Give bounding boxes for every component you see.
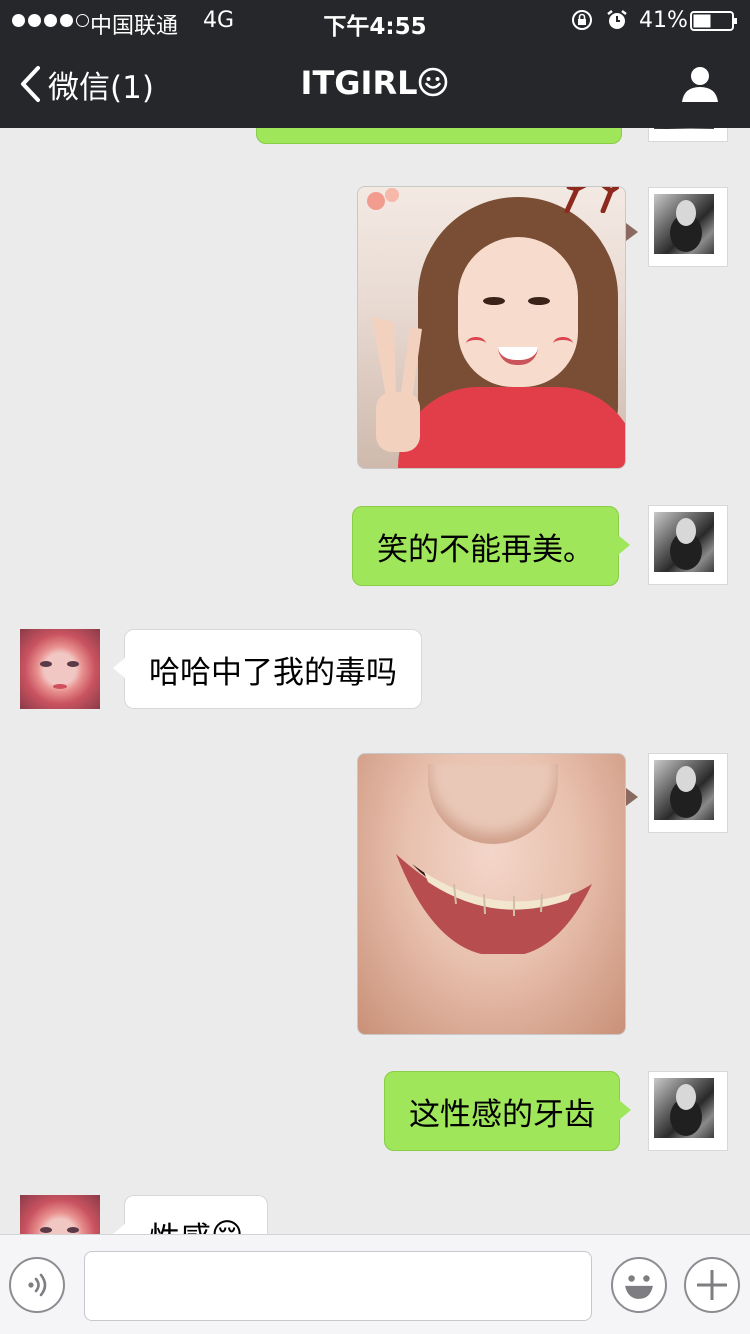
message-bubble[interactable]: 哈哈中了我的毒吗 [113,629,422,709]
image-message[interactable] [357,186,626,469]
chat-title-text: ITGIRL [300,64,418,102]
more-functions-button[interactable] [684,1257,740,1313]
message-text: 哈哈中了我的毒吗 [149,654,397,691]
smiley-icon [419,67,448,97]
battery-icon [690,11,737,31]
bubble-tail [626,223,638,241]
chat-info-button[interactable] [680,64,720,104]
message-bubble[interactable]: 性感😌 [113,1195,269,1235]
contact-avatar[interactable] [20,1195,100,1234]
voice-icon [28,1273,47,1297]
alarm-icon [607,10,627,29]
voice-input-button[interactable] [9,1257,65,1313]
emoji-button[interactable] [611,1257,667,1313]
status-time: 下午4:55 [323,14,427,40]
my-avatar[interactable] [648,505,728,585]
input-bar [0,1234,750,1334]
top-bar: 中国联通 4G 下午4:55 41% 微信(1) ITGIRL [0,0,750,128]
message-text: 笑的不能再美。 [377,531,594,568]
my-avatar[interactable] [648,753,728,833]
relieved-emoji-icon: 😌 [211,1217,243,1234]
message-bubble[interactable]: 笑的不能再美。 [352,506,630,586]
image-message[interactable] [357,753,626,1035]
message-bubble[interactable]: 这性感的牙齿 [384,1071,631,1151]
my-avatar[interactable] [648,187,728,267]
message-bubble[interactable] [256,128,622,144]
my-avatar[interactable] [648,128,728,142]
status-bar: 中国联通 4G 下午4:55 41% [0,0,750,42]
bubble-tail [626,788,638,806]
contact-avatar[interactable] [20,629,100,709]
chat-messages[interactable]: 笑的不能再美。 哈哈中了我的毒吗 这性感的牙齿 性感😌 [0,128,750,1234]
rotation-lock-icon [572,10,592,30]
plus-icon [697,1270,727,1300]
nav-bar: 微信(1) ITGIRL [0,42,750,128]
message-input[interactable] [84,1251,592,1321]
battery-percent: 41% [639,8,688,33]
emoji-icon [625,1275,653,1299]
message-text: 性感 [149,1213,211,1235]
chat-title: ITGIRL [0,64,750,102]
my-avatar[interactable] [648,1071,728,1151]
message-text: 这性感的牙齿 [409,1096,595,1133]
